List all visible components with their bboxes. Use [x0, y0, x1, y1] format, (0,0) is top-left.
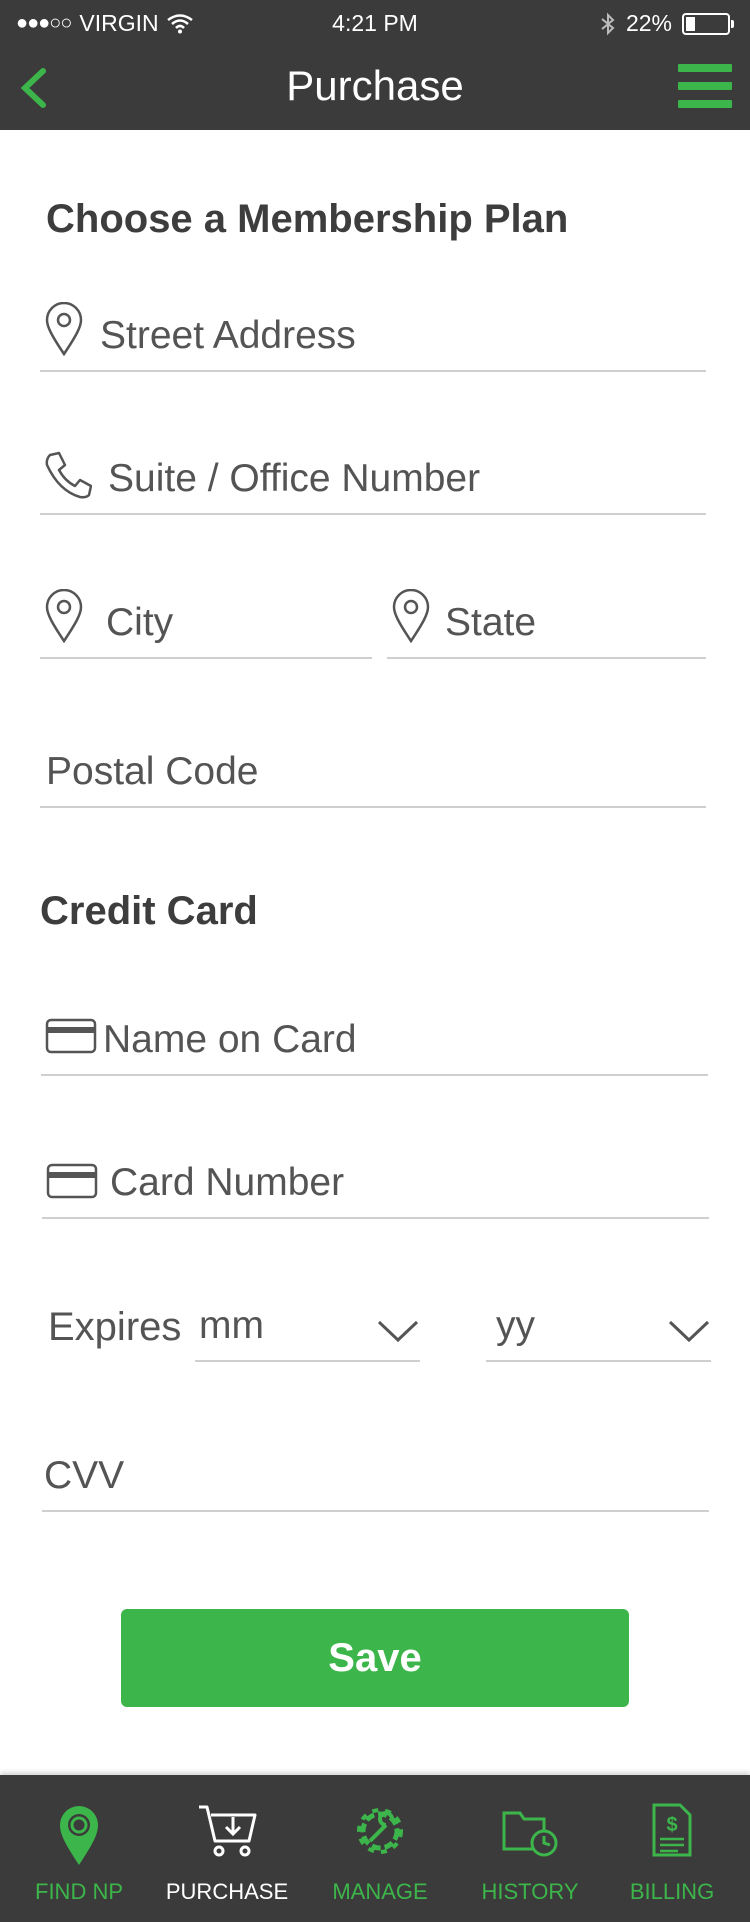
- name-on-card-placeholder: Name on Card: [103, 1018, 357, 1061]
- expiry-year-select[interactable]: yy: [486, 1282, 711, 1362]
- expiry-year-placeholder: yy: [496, 1304, 535, 1347]
- tab-find-np[interactable]: FIND NP: [4, 1775, 154, 1922]
- top-bar: ●●●○○ VIRGIN 4:21 PM 22% Purchase: [0, 0, 750, 130]
- location-pin-icon: [45, 589, 83, 643]
- tab-label: HISTORY: [481, 1879, 579, 1904]
- hamburger-menu-icon[interactable]: [678, 64, 732, 108]
- gear-wrench-icon: [357, 1808, 403, 1854]
- credit-card-icon: [45, 1018, 97, 1054]
- expires-label: Expires: [48, 1305, 182, 1349]
- tab-label: FIND NP: [35, 1879, 123, 1904]
- tab-manage[interactable]: MANAGE: [305, 1775, 455, 1922]
- svg-text:$: $: [666, 1814, 677, 1836]
- membership-section-title: Choose a Membership Plan: [46, 197, 569, 241]
- phone-icon: [45, 451, 92, 499]
- bluetooth-icon: [601, 12, 615, 35]
- status-bar: ●●●○○ VIRGIN 4:21 PM 22%: [0, 8, 750, 40]
- credit-card-icon: [46, 1163, 98, 1199]
- street-address-placeholder: Street Address: [100, 314, 356, 357]
- suite-office-placeholder: Suite / Office Number: [108, 457, 481, 500]
- city-field[interactable]: City: [40, 579, 372, 659]
- tab-billing[interactable]: $ BILLING: [597, 1775, 747, 1922]
- state-field[interactable]: State: [387, 579, 706, 659]
- cart-icon: [199, 1805, 257, 1857]
- street-address-field[interactable]: Street Address: [40, 292, 706, 372]
- expiry-month-placeholder: mm: [199, 1304, 264, 1347]
- chevron-down-icon: [668, 1320, 710, 1343]
- location-pin-icon: [45, 302, 83, 356]
- tab-label: PURCHASE: [165, 1879, 289, 1904]
- battery-icon: [682, 12, 734, 35]
- battery-percent: 22%: [625, 10, 672, 36]
- city-placeholder: City: [106, 601, 174, 644]
- location-pin-icon: [60, 1806, 98, 1865]
- nav-bar: Purchase: [0, 54, 750, 118]
- card-number-placeholder: Card Number: [110, 1161, 345, 1204]
- tab-label: MANAGE: [332, 1879, 428, 1904]
- save-button[interactable]: Save: [121, 1609, 629, 1707]
- postal-code-field[interactable]: Postal Code: [40, 728, 706, 808]
- bottom-tab-bar: FIND NP PURCHASE MANAGE HISTORY $ BILLIN…: [0, 1775, 750, 1922]
- cvv-placeholder: CVV: [44, 1454, 125, 1497]
- tab-history[interactable]: HISTORY: [455, 1775, 605, 1922]
- postal-code-placeholder: Postal Code: [46, 750, 259, 793]
- state-placeholder: State: [445, 601, 537, 644]
- credit-card-section-title: Credit Card: [40, 889, 258, 933]
- chevron-down-icon: [377, 1320, 419, 1343]
- invoice-icon: $: [652, 1803, 692, 1857]
- battery-level: [686, 16, 695, 31]
- tab-purchase[interactable]: PURCHASE: [152, 1775, 302, 1922]
- cvv-field[interactable]: CVV: [42, 1432, 709, 1512]
- folder-clock-icon: [502, 1811, 558, 1857]
- location-pin-icon: [392, 589, 430, 643]
- tab-label: BILLING: [629, 1879, 715, 1904]
- card-number-field[interactable]: Card Number: [42, 1139, 709, 1219]
- suite-office-field[interactable]: Suite / Office Number: [40, 435, 706, 515]
- expiry-month-select[interactable]: mm: [195, 1282, 420, 1362]
- name-on-card-field[interactable]: Name on Card: [41, 996, 708, 1076]
- page-title: Purchase: [286, 62, 464, 109]
